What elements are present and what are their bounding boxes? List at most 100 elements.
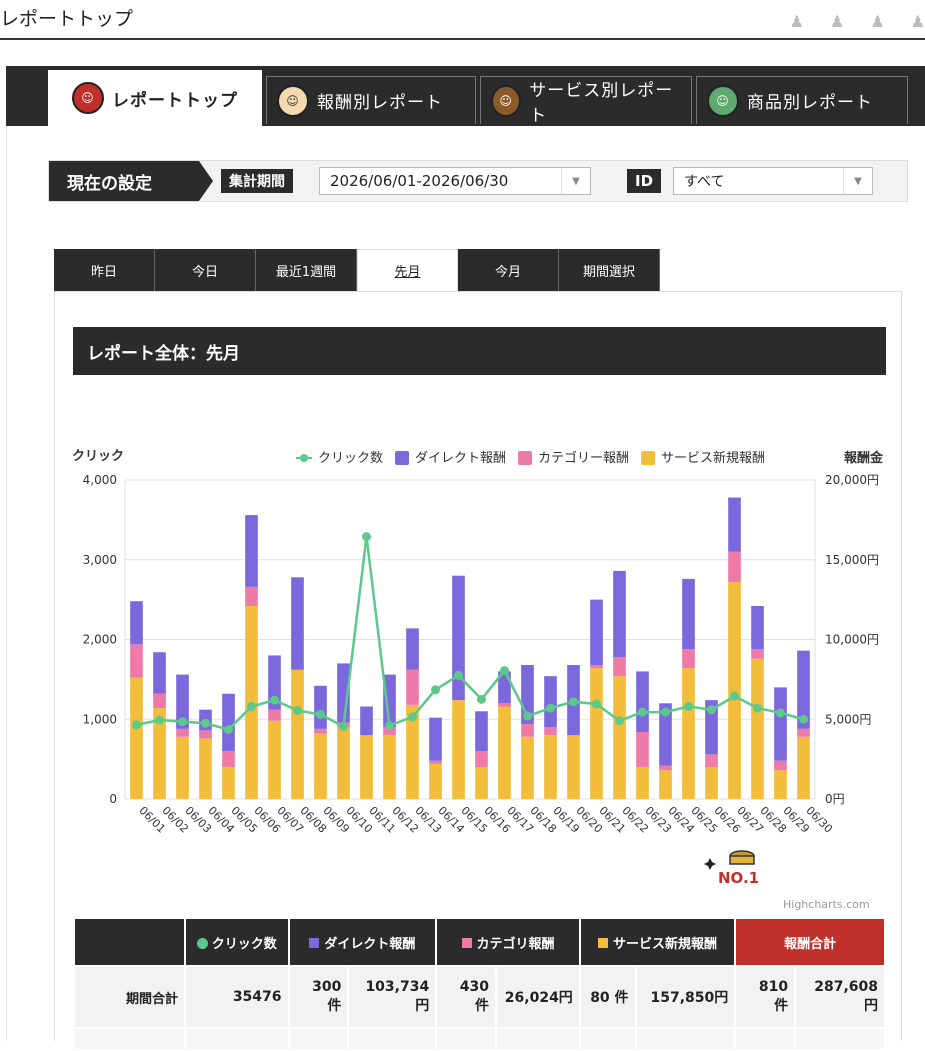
bar-06/10 — [337, 727, 350, 799]
bar-06/27 — [728, 551, 741, 583]
legend-click-dot — [300, 454, 308, 462]
period-tab-today[interactable]: 今日 — [155, 249, 256, 291]
legend-swatch — [395, 451, 410, 465]
frog-mascot-icon: ☺ — [707, 84, 739, 117]
click-point — [638, 707, 647, 717]
tab-reward-report[interactable]: ☺ 報酬別レポート — [266, 76, 476, 124]
bar-06/18 — [521, 736, 534, 799]
chart-credits[interactable]: Highcharts.com — [783, 898, 870, 911]
header-decoration: ♟ ♟ ♟ ♟ — [790, 12, 925, 31]
bar-06/05 — [222, 751, 235, 768]
bar-06/20 — [567, 735, 580, 799]
section-title: レポート全体：先月 — [73, 327, 886, 375]
right-axis-title: 報酬金 — [844, 450, 884, 466]
click-point — [477, 694, 486, 704]
id-select[interactable]: すべて ▼ — [673, 167, 873, 195]
bar-06/14 — [429, 763, 442, 799]
total-count: 810 件 — [734, 965, 797, 1029]
click-point — [546, 703, 555, 713]
legend-label: ダイレクト報酬 — [415, 451, 506, 466]
period-tab-this-month[interactable]: 今月 — [458, 249, 559, 291]
period-tab-yesterday[interactable]: 昨日 — [54, 249, 155, 291]
bar-06/03 — [176, 736, 189, 799]
tab-product-report[interactable]: ☺ 商品別レポート — [696, 76, 908, 124]
current-settings-bar: 現在の設定 集計期間 2026/06/01-2026/06/30 ▼ ID すべ… — [48, 160, 908, 202]
bar-06/25 — [682, 668, 695, 799]
legend-label: クリック数 — [318, 451, 383, 466]
chevron-down-icon: ▼ — [561, 168, 590, 194]
bar-06/17 — [498, 706, 511, 799]
bar-06/22 — [613, 657, 626, 677]
badge-text: NO.1 — [718, 869, 759, 886]
tab-report-top[interactable]: ☺ レポートトップ — [48, 70, 262, 126]
click-point — [224, 725, 233, 735]
bar-06/05 — [222, 767, 235, 799]
bar-06/08 — [291, 669, 304, 799]
summary-row-next — [72, 1027, 886, 1051]
bar-06/19 — [544, 735, 557, 799]
bar-06/08 — [291, 577, 304, 670]
bar-06/11 — [360, 706, 373, 736]
bar-06/27 — [728, 582, 741, 799]
bar-06/27 — [728, 497, 741, 552]
click-point — [132, 720, 141, 730]
bar-06/07 — [268, 709, 281, 721]
bar-06/21 — [590, 665, 603, 669]
click-point — [408, 712, 417, 722]
service-legend-icon — [598, 937, 609, 948]
right-tick-label: 5,000円 — [825, 712, 871, 726]
click-point — [730, 691, 739, 701]
period-tabs: 昨日 今日 最近1週間 先月 今月 期間選択 — [54, 249, 660, 291]
category-count: 430 件 — [435, 965, 497, 1029]
x-tick-label: 06/30 — [803, 804, 835, 836]
bar-06/15 — [452, 700, 465, 799]
period-label: 集計期間 — [221, 169, 293, 193]
left-tick-label: 1,000 — [83, 712, 117, 726]
period-select[interactable]: 2026/06/01-2026/06/30 ▼ — [319, 167, 591, 195]
bar-06/19 — [544, 676, 557, 728]
page-header: レポートトップ ♟ ♟ ♟ ♟ — [0, 0, 925, 40]
click-point — [293, 705, 302, 715]
tab-label: レポートトップ — [112, 90, 238, 111]
left-tick-label: 4,000 — [83, 473, 117, 487]
click-point — [707, 705, 716, 715]
click-point — [362, 532, 371, 542]
header-total: 報酬合計 — [734, 917, 886, 967]
bar-06/01 — [130, 644, 143, 678]
bar-06/21 — [590, 599, 603, 666]
bar-06/26 — [705, 767, 718, 799]
left-tick-label: 0 — [109, 792, 117, 806]
right-tick-label: 0円 — [825, 792, 845, 806]
bar-06/01 — [130, 677, 143, 799]
summary-table: クリック数 ダイレクト報酬 カテゴリ報酬 サービス新規報酬 報酬合計 期間合計 … — [72, 917, 886, 1051]
click-point — [799, 714, 808, 724]
header-text: サービス新規報酬 — [613, 936, 718, 952]
empty-cell — [435, 1027, 497, 1051]
bear-mascot-icon: ☺ — [491, 84, 522, 117]
bar-06/04 — [199, 738, 212, 799]
bar-06/14 — [429, 717, 442, 761]
bar-06/14 — [429, 760, 442, 764]
right-tick-label: 10,000円 — [825, 633, 879, 647]
samurai-mascot-icon: ☺ — [72, 82, 104, 114]
right-tick-label: 20,000円 — [825, 473, 879, 487]
click-point — [201, 718, 210, 728]
bar-06/03 — [176, 728, 189, 737]
mascot-silhouette-icon: ♟ — [829, 12, 845, 31]
chevron-down-icon: ▼ — [843, 168, 872, 194]
summary-row: 期間合計 35476 300 件 103,734 円 430 件 26,024円… — [72, 965, 886, 1029]
click-point — [454, 670, 463, 680]
header-clicks: クリック数 — [184, 917, 290, 967]
empty-cell — [634, 1027, 737, 1051]
tab-service-report[interactable]: ☺ サービス別レポート — [480, 76, 692, 126]
period-tab-custom[interactable]: 期間選択 — [559, 249, 660, 291]
empty-cell — [184, 1027, 290, 1051]
id-label: ID — [627, 169, 662, 193]
empty-cell — [347, 1027, 438, 1051]
bar-06/16 — [475, 751, 488, 768]
period-tab-last-week[interactable]: 最近1週間 — [256, 249, 357, 291]
main-tabs: ☺ レポートトップ ☺ 報酬別レポート ☺ サービス別レポート ☺ 商品別レポー… — [48, 70, 908, 128]
click-point — [592, 699, 601, 709]
period-tab-last-month[interactable]: 先月 — [357, 249, 458, 291]
legend-swatch — [518, 451, 533, 465]
